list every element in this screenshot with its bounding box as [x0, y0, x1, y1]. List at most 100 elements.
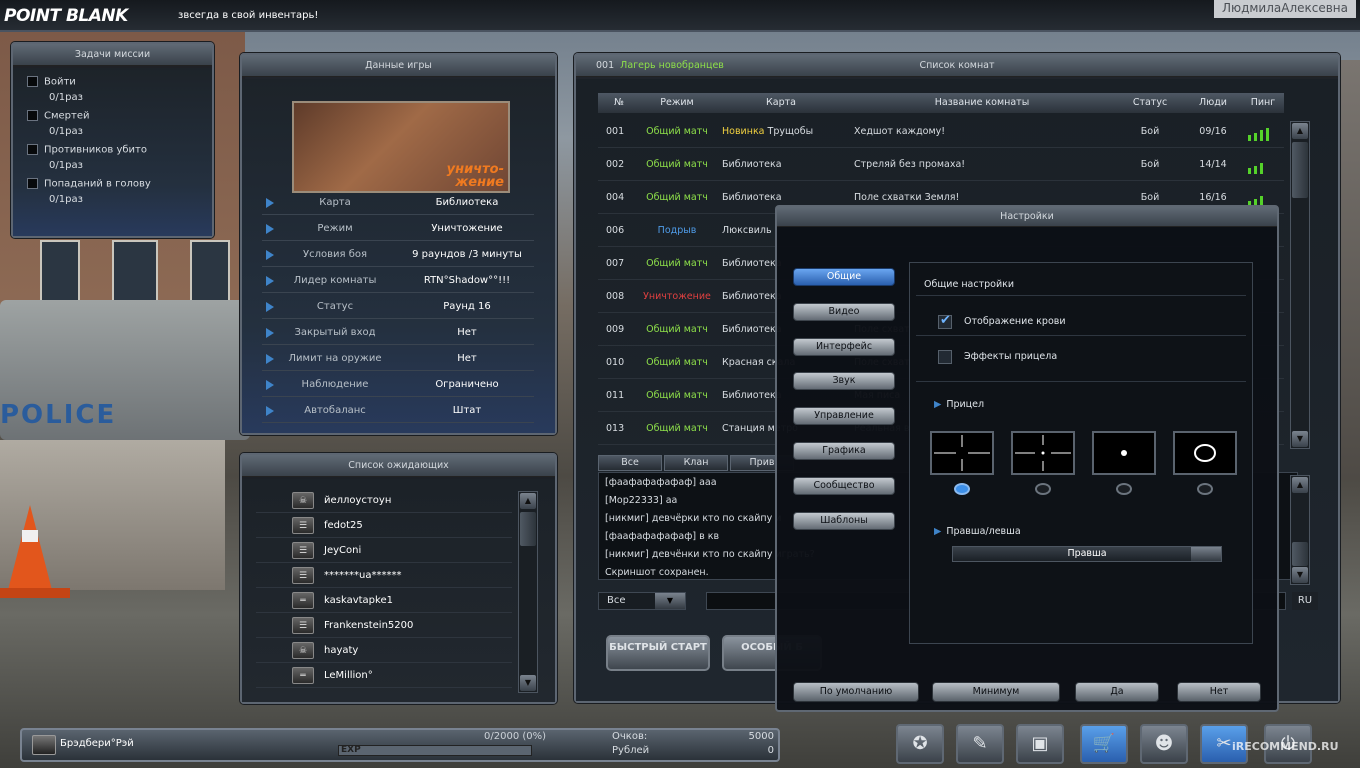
rubles-value: 0	[767, 745, 774, 756]
waiting-player-row[interactable]: ═ LeMillion°	[256, 664, 512, 688]
scroll-down-button[interactable]: ▼	[520, 675, 536, 691]
room-mode: Общий матч	[646, 258, 708, 269]
settings-nav-5[interactable]: Графика	[793, 442, 895, 460]
waiting-list-title: Список ожидающих	[242, 455, 555, 477]
settings-nav-7[interactable]: Шаблоны	[793, 511, 895, 530]
waiting-player-row[interactable]: ☠ hayaty	[256, 639, 512, 663]
room-row[interactable]: 002 Общий матч Библиотека Стреляй без прома…	[598, 148, 1284, 181]
room-map-name: Трущобы	[767, 126, 814, 137]
game-data-key: Наблюдение	[301, 379, 369, 390]
chevron-right-icon: ▶	[934, 399, 942, 410]
player-name: Frankenstein5200	[324, 620, 414, 631]
scroll-down-button[interactable]: ▼	[1292, 567, 1308, 583]
room-map-name: Библиотека	[722, 159, 782, 170]
mission-label: Попаданий в голову	[44, 178, 151, 190]
waiting-player-row[interactable]: ☰ Frankenstein5200	[256, 614, 512, 638]
chat-scrollbar[interactable]: ▲ ▼	[1290, 475, 1310, 585]
news-ticker: звсегда в свой инвентарь!	[178, 10, 319, 21]
room-map-name: Библиотека	[722, 324, 782, 335]
scroll-thumb[interactable]	[1292, 142, 1308, 198]
shop-cart-icon[interactable]: 🛒	[1080, 724, 1128, 764]
crosshair-radio[interactable]	[1116, 483, 1132, 495]
scroll-down-button[interactable]: ▼	[1292, 431, 1308, 447]
arrow-icon	[266, 224, 274, 234]
yes-button[interactable]: Да	[1075, 682, 1159, 702]
settings-nav-4[interactable]: Управление	[793, 407, 895, 426]
crosshair-icon	[1015, 435, 1071, 471]
settings-nav-6[interactable]: Сообщество	[793, 476, 895, 495]
scroll-up-button[interactable]: ▲	[520, 493, 536, 509]
no-button[interactable]: Нет	[1177, 682, 1261, 702]
room-mode: Общий матч	[646, 126, 708, 137]
scope-effects-checkbox[interactable]	[938, 350, 952, 364]
notes-icon[interactable]: ✎	[956, 724, 1004, 764]
community-icon[interactable]: ☻	[1140, 724, 1188, 764]
crosshair-option-dot[interactable]	[1092, 431, 1156, 475]
scroll-thumb[interactable]	[520, 512, 536, 546]
skull-rank-icon: ☠	[292, 642, 314, 659]
player-name: kaskavtapke1	[324, 595, 393, 606]
settings-nav-1[interactable]: Видео	[793, 302, 895, 321]
player-name: йеллоустоун	[324, 495, 392, 506]
room-mode: Общий матч	[646, 357, 708, 368]
scroll-up-button[interactable]: ▲	[1292, 123, 1308, 139]
chevron-right-icon: ▶	[934, 526, 942, 537]
waiting-player-row[interactable]: ☰ JeyConi	[256, 539, 512, 563]
map-new-tag: Новинка	[722, 126, 765, 137]
col-people[interactable]: Люди	[1184, 93, 1242, 113]
quick-start-button[interactable]: БЫСТРЫЙ СТАРТ	[606, 635, 710, 671]
clan-icon[interactable]: ✪	[896, 724, 944, 764]
minimum-button[interactable]: Минимум	[932, 682, 1060, 702]
waiting-scrollbar[interactable]: ▲ ▼	[518, 491, 538, 693]
settings-nav-0[interactable]: Общие	[793, 268, 895, 286]
col-map[interactable]: Карта	[714, 93, 848, 113]
crosshair-radio[interactable]	[954, 483, 970, 495]
waiting-player-row[interactable]: ☰ fedot25	[256, 514, 512, 538]
waiting-player-row[interactable]: ☰ *******ua******	[256, 564, 512, 588]
crosshair-option-dot-cross[interactable]	[1011, 431, 1075, 475]
waiting-player-row[interactable]: ☠ йеллоустоун	[256, 489, 512, 513]
mission-panel: Задачи миссии Войти 0/1раз Смертей 0/1ра…	[11, 42, 214, 238]
room-number: 010	[606, 357, 625, 368]
traffic-cone-stripe	[22, 530, 38, 542]
col-ping[interactable]: Пинг	[1242, 93, 1284, 113]
hand-select[interactable]: Правша	[952, 546, 1222, 562]
chat-filter-select[interactable]: Все ▼	[598, 592, 686, 610]
game-logo: POINT BLANK	[4, 6, 128, 26]
col-room-name[interactable]: Название комнаты	[848, 93, 1116, 113]
crosshair-radio[interactable]	[1035, 483, 1051, 495]
room-mode: Подрыв	[657, 225, 697, 236]
game-data-row: Карта Библиотека	[262, 191, 534, 215]
room-map-name: Библиотека	[722, 258, 782, 269]
chevron-down-icon[interactable]: ▼	[655, 593, 685, 609]
col-mode[interactable]: Режим	[640, 93, 714, 113]
chat-tab-all[interactable]: Все	[598, 455, 662, 471]
col-number[interactable]: №	[598, 93, 640, 113]
inventory-icon[interactable]: ▣	[1016, 724, 1064, 764]
room-row[interactable]: 001 Общий матч Новинка Трущобы Хедшот каждо…	[598, 115, 1284, 148]
scroll-up-button[interactable]: ▲	[1292, 477, 1308, 493]
exp-bar-label: EXP	[341, 745, 361, 755]
settings-nav-2[interactable]: Интерфейс	[793, 337, 895, 356]
crosshair-option-cross[interactable]	[930, 431, 994, 475]
default-button[interactable]: По умолчанию	[793, 682, 919, 702]
scroll-thumb[interactable]	[1292, 542, 1308, 566]
mission-label: Противников убито	[44, 144, 147, 156]
username-label: ЛюдмилаАлексевна	[1213, 0, 1356, 18]
blood-checkbox[interactable]	[938, 313, 952, 329]
chevron-down-icon[interactable]	[1191, 547, 1221, 561]
mission-item: Противников убито	[27, 144, 147, 156]
crosshair-option-circle[interactable]	[1173, 431, 1237, 475]
room-scrollbar[interactable]: ▲ ▼	[1290, 121, 1310, 449]
game-data-key: Автобаланс	[304, 405, 366, 416]
waiting-player-row[interactable]: ═ kaskavtapke1	[256, 589, 512, 613]
mission-item: Смертей	[27, 110, 90, 122]
divider	[916, 335, 1246, 336]
chat-tab-clan[interactable]: Клан	[664, 455, 728, 471]
crosshair-radio[interactable]	[1197, 483, 1213, 495]
settings-nav-3[interactable]: Звук	[793, 372, 895, 391]
room-number: 006	[606, 225, 625, 236]
mission-checkbox	[27, 110, 38, 121]
game-data-value: 9 раундов /3 минуты	[412, 249, 522, 260]
col-status[interactable]: Статус	[1116, 93, 1184, 113]
